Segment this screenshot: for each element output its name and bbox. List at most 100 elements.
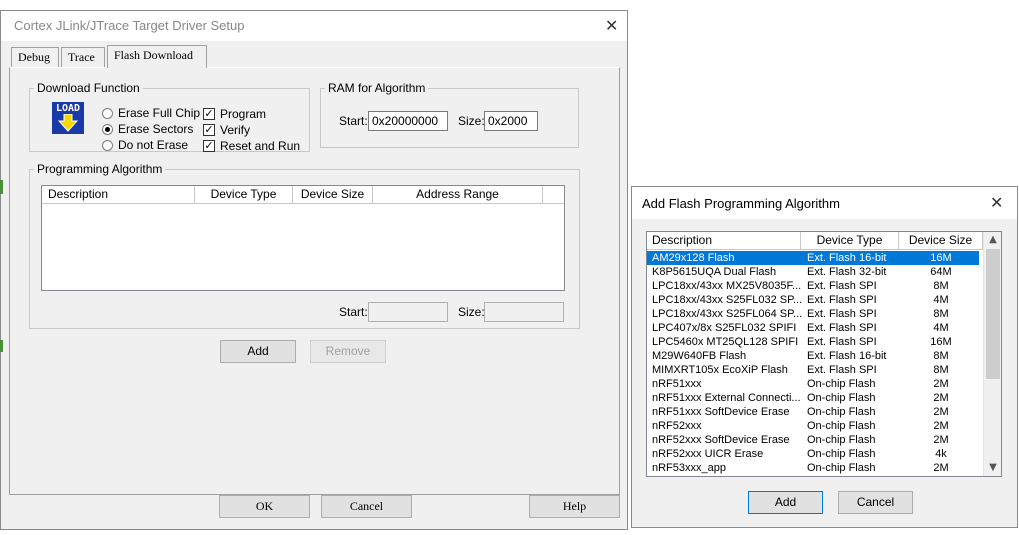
ok-button[interactable]: OK xyxy=(219,495,310,518)
cell-device-size: 4M xyxy=(933,322,949,334)
erase-full-chip-radio[interactable] xyxy=(102,108,113,119)
main-title-bar[interactable]: Cortex JLink/JTrace Target Driver Setup … xyxy=(1,11,627,41)
program-checkbox[interactable]: ✓ xyxy=(203,108,215,120)
cell-description: LPC18xx/43xx S25FL064 SP... xyxy=(652,308,802,320)
cell-description: LPC5460x MT25QL128 SPIFI xyxy=(652,336,799,348)
cell-description: LPC407x/8x S25FL032 SPIFI xyxy=(652,322,797,334)
reset-and-run-label[interactable]: Reset and Run xyxy=(220,139,300,153)
ram-size-input[interactable]: 0x2000 xyxy=(484,111,538,131)
column-header-address-range[interactable]: Address Range xyxy=(373,186,543,204)
flash-algorithm-list[interactable]: Description Device Type Device Size AM29… xyxy=(646,231,1002,477)
column-header-description[interactable]: Description xyxy=(42,186,195,204)
do-not-erase-label[interactable]: Do not Erase xyxy=(118,138,188,152)
algo-start-input[interactable] xyxy=(368,302,448,322)
column-header-device-type[interactable]: Device Type xyxy=(801,232,899,250)
cell-device-type: Ext. Flash 32-bit xyxy=(807,266,887,278)
cell-description: LPC18xx/43xx MX25V8035F... xyxy=(652,280,802,292)
tab-debug[interactable]: Debug xyxy=(11,47,59,67)
algorithm-row[interactable]: AM29x128 Flash Ext. Flash 16-bit 16M xyxy=(647,251,979,265)
add-dialog-title: Add Flash Programming Algorithm xyxy=(642,196,840,211)
column-header-filler xyxy=(543,186,564,204)
algorithm-row[interactable]: nRF51xxx On-chip Flash 2M xyxy=(647,377,979,391)
algorithm-row[interactable]: K8P5615UQA Dual Flash Ext. Flash 32-bit 64… xyxy=(647,265,979,279)
cell-device-type: Ext. Flash 16-bit xyxy=(807,350,887,362)
programming-algorithm-label: Programming Algorithm xyxy=(34,162,166,176)
add-dialog-title-bar[interactable]: Add Flash Programming Algorithm ✕ xyxy=(632,187,1017,219)
cell-device-type: Ext. Flash SPI xyxy=(807,322,877,334)
algorithm-row[interactable]: MIMXRT105x EcoXiP Flash Ext. Flash SPI 8M xyxy=(647,363,979,377)
algorithm-row[interactable]: LPC18xx/43xx MX25V8035F... Ext. Flash SPI… xyxy=(647,279,979,293)
add-algorithm-button[interactable]: Add xyxy=(220,340,296,363)
cell-device-type: Ext. Flash SPI xyxy=(807,336,877,348)
cell-device-type: On-chip Flash xyxy=(807,378,876,390)
flash-download-panel: Download Function LOAD Erase Full Chip E… xyxy=(9,67,620,495)
program-label[interactable]: Program xyxy=(220,107,266,121)
cell-description: nRF51xxx xyxy=(652,378,702,390)
cell-description: nRF51xxx SoftDevice Erase xyxy=(652,406,790,418)
cell-device-size: 2M xyxy=(933,406,949,418)
scroll-thumb[interactable] xyxy=(986,249,1000,379)
close-icon[interactable]: ✕ xyxy=(990,195,1003,211)
algo-size-input[interactable] xyxy=(484,302,564,322)
column-header-description[interactable]: Description xyxy=(647,232,801,250)
download-arrow-icon xyxy=(58,114,78,132)
background-window-edge xyxy=(0,340,3,352)
algorithm-row[interactable]: LPC18xx/43xx S25FL064 SP... Ext. Flash SP… xyxy=(647,307,979,321)
cell-description: MIMXRT105x EcoXiP Flash xyxy=(652,364,788,376)
algorithm-row[interactable]: nRF53xxx_app On-chip Flash 2M xyxy=(647,461,979,475)
ram-for-algorithm-label: RAM for Algorithm xyxy=(325,81,429,95)
algorithm-row[interactable]: LPC5460x MT25QL128 SPIFI Ext. Flash SPI 16… xyxy=(647,335,979,349)
scroll-up-icon[interactable]: ▲ xyxy=(987,233,999,247)
algo-size-label: Size: xyxy=(458,305,485,319)
cell-device-size: 16M xyxy=(930,252,952,264)
verify-checkbox[interactable]: ✓ xyxy=(203,124,215,136)
help-button[interactable]: Help xyxy=(529,495,620,518)
add-button[interactable]: Add xyxy=(748,491,823,514)
scroll-down-icon[interactable]: ▼ xyxy=(987,461,999,475)
cancel-button[interactable]: Cancel xyxy=(321,495,412,518)
cell-description: nRF51xxx External Connecti... xyxy=(652,392,801,404)
cell-device-size: 2M xyxy=(933,462,949,474)
algorithm-row[interactable]: M29W640FB Flash Ext. Flash 16-bit 8M xyxy=(647,349,979,363)
do-not-erase-radio[interactable] xyxy=(102,140,113,151)
tab-trace[interactable]: Trace xyxy=(61,47,105,67)
algorithm-row[interactable]: nRF51xxx SoftDevice Erase On-chip Flash 2M xyxy=(647,405,979,419)
column-header-device-size[interactable]: Device Size xyxy=(293,186,373,204)
cell-device-size: 8M xyxy=(933,350,949,362)
cell-device-size: 2M xyxy=(933,434,949,446)
tab-flash-download[interactable]: Flash Download xyxy=(107,45,207,68)
programming-algorithm-list[interactable]: Description Device Type Device Size Addr… xyxy=(41,185,565,291)
cell-description: LPC18xx/43xx S25FL032 SP... xyxy=(652,294,802,306)
cell-device-size: 4k xyxy=(935,448,947,460)
cell-device-type: On-chip Flash xyxy=(807,434,876,446)
cell-device-size: 2M xyxy=(933,392,949,404)
cell-device-type: On-chip Flash xyxy=(807,406,876,418)
algorithm-row[interactable]: LPC407x/8x S25FL032 SPIFI Ext. Flash SPI 4… xyxy=(647,321,979,335)
cell-description: nRF52xxx xyxy=(652,420,702,432)
algorithm-row[interactable]: nRF52xxx UICR Erase On-chip Flash 4k xyxy=(647,447,979,461)
column-header-device-type[interactable]: Device Type xyxy=(195,186,293,204)
vertical-scrollbar[interactable]: ▲ ▼ xyxy=(983,232,1001,476)
erase-sectors-label[interactable]: Erase Sectors xyxy=(118,122,193,136)
erase-sectors-radio[interactable] xyxy=(102,124,113,135)
cancel-button[interactable]: Cancel xyxy=(838,491,913,514)
cell-device-type: Ext. Flash SPI xyxy=(807,294,877,306)
column-header-device-size[interactable]: Device Size xyxy=(899,232,983,250)
remove-algorithm-button[interactable]: Remove xyxy=(310,340,386,363)
algorithm-row[interactable]: LPC18xx/43xx S25FL032 SP... Ext. Flash SP… xyxy=(647,293,979,307)
algorithm-row[interactable]: nRF51xxx External Connecti... On-chip Fla… xyxy=(647,391,979,405)
reset-and-run-checkbox[interactable]: ✓ xyxy=(203,140,215,152)
main-dialog-title: Cortex JLink/JTrace Target Driver Setup xyxy=(14,18,245,33)
erase-full-chip-label[interactable]: Erase Full Chip xyxy=(118,106,200,120)
cell-device-type: Ext. Flash SPI xyxy=(807,364,877,376)
cell-device-size: 64M xyxy=(930,266,952,278)
algorithm-row[interactable]: nRF52xxx SoftDevice Erase On-chip Flash 2M xyxy=(647,433,979,447)
ram-start-input[interactable]: 0x20000000 xyxy=(368,111,448,131)
cell-device-size: 2M xyxy=(933,378,949,390)
cell-device-type: On-chip Flash xyxy=(807,392,876,404)
close-icon[interactable]: ✕ xyxy=(605,18,618,34)
verify-label[interactable]: Verify xyxy=(220,123,250,137)
cell-device-type: Ext. Flash SPI xyxy=(807,280,877,292)
cell-device-size: 8M xyxy=(933,280,949,292)
algorithm-row[interactable]: nRF52xxx On-chip Flash 2M xyxy=(647,419,979,433)
